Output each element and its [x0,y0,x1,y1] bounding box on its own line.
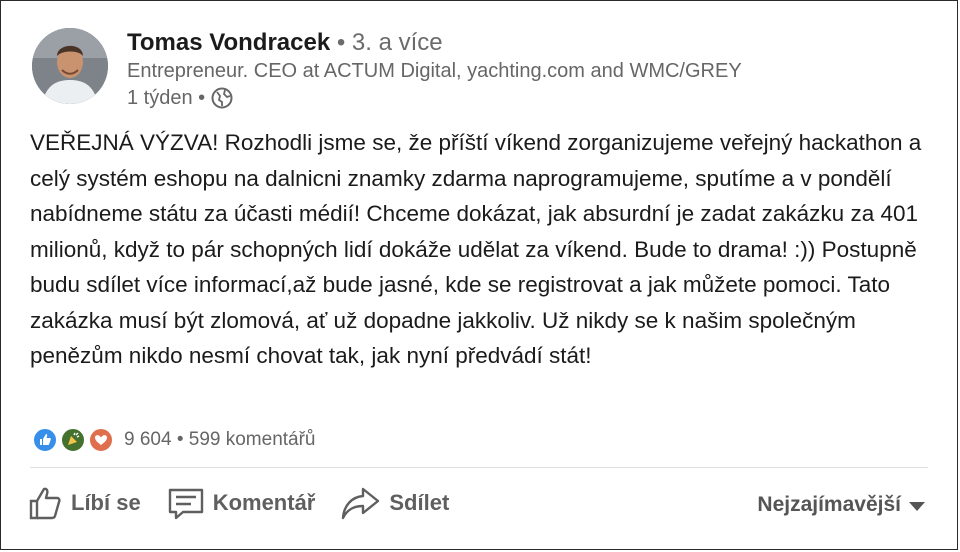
globe-icon [211,87,233,109]
thumbs-up-icon [29,487,61,520]
avatar-photo [32,28,108,104]
like-button[interactable]: Líbí se [27,485,141,521]
share-button[interactable]: Sdílet [341,485,449,521]
comment-icon [168,488,203,520]
author-name[interactable]: Tomas Vondracek [127,29,330,56]
comment-label: Komentář [212,490,316,515]
caret-down-icon [909,502,925,511]
connection-degree: • 3. a více [330,29,443,56]
share-icon [342,487,380,520]
post-meta: 1 týden • [127,85,233,111]
sort-label: Nejzajímavější [757,493,901,516]
comment-button[interactable]: Komentář [167,485,316,521]
divider [30,467,928,468]
reaction-comment-counts[interactable]: 9 604 • 599 komentářů [124,429,316,451]
author-line: Tomas Vondracek • 3. a více [127,29,443,57]
celebrate-icon [60,427,86,453]
sort-dropdown[interactable]: Nejzajímavější [757,493,925,517]
author-headline: Entrepreneur. CEO at ACTUM Digital, yach… [127,60,742,82]
avatar[interactable] [32,28,108,104]
post-text: VEŘEJNÁ VÝZVA! Rozhodli jsme se, že příš… [30,130,922,368]
post-time: 1 týden • [127,87,206,109]
love-icon [88,427,114,453]
action-bar: Líbí se Komentář Sdílet [27,479,475,527]
social-counts[interactable]: 9 604 • 599 komentářů [32,426,316,454]
share-label: Sdílet [389,490,450,515]
like-icon [32,427,58,453]
post-card: Tomas Vondracek • 3. a více Entrepreneur… [0,0,958,550]
like-label: Líbí se [71,490,141,515]
